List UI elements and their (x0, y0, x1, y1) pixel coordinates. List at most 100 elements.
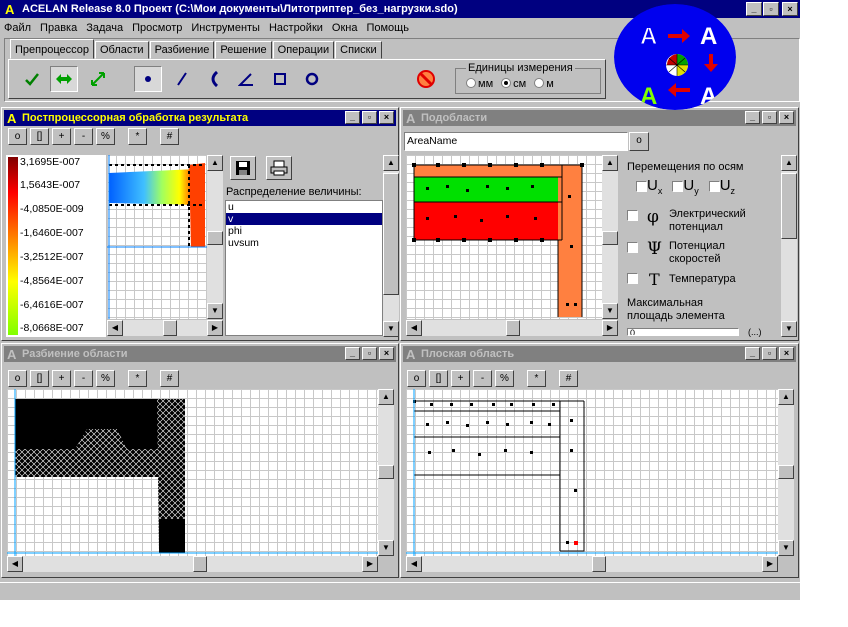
panel-close-button[interactable]: × (379, 347, 394, 360)
zoom-percent-button[interactable]: % (96, 370, 115, 387)
line-tool-button[interactable] (168, 66, 196, 92)
scroll-right-icon[interactable]: ▶ (207, 320, 223, 336)
scroll-down-icon[interactable]: ▼ (383, 321, 399, 337)
zoom-percent-button[interactable]: % (96, 128, 115, 145)
point-tool-button[interactable] (134, 66, 162, 92)
scroll-thumb[interactable] (163, 320, 177, 336)
maximize-button[interactable]: ▫ (763, 2, 779, 16)
close-button[interactable]: × (782, 2, 798, 16)
zoom-reset-button[interactable]: o (8, 370, 27, 387)
tab-meshing[interactable]: Разбиение (149, 41, 215, 59)
scroll-down-icon[interactable]: ▼ (378, 540, 394, 556)
zoom-out-button[interactable]: - (74, 128, 93, 145)
panel-maximize-button[interactable]: ▫ (762, 111, 777, 124)
plane-vscroll[interactable]: ▲ ▼ (778, 389, 794, 556)
zoom-percent-button[interactable]: % (495, 370, 514, 387)
scroll-thumb[interactable] (592, 556, 606, 572)
result-hscroll[interactable]: ◀ ▶ (107, 320, 223, 336)
panel-close-button[interactable]: × (379, 111, 394, 124)
menu-view[interactable]: Просмотр (132, 22, 182, 34)
menu-file[interactable]: Файл (4, 22, 31, 34)
prop-temperature[interactable]: T Температура (627, 270, 736, 289)
panel-maximize-button[interactable]: ▫ (362, 111, 377, 124)
result-vscroll[interactable]: ▲ ▼ (207, 155, 223, 319)
menu-help[interactable]: Помощь (366, 22, 409, 34)
panel-minimize-button[interactable]: _ (745, 347, 760, 360)
asterisk-button[interactable]: * (128, 370, 147, 387)
subregions-canvas[interactable] (406, 155, 602, 319)
scroll-up-icon[interactable]: ▲ (383, 155, 399, 171)
menu-edit[interactable]: Правка (40, 22, 77, 34)
stop-button[interactable] (412, 66, 440, 92)
zoom-reset-button[interactable]: o (407, 370, 426, 387)
menu-tools[interactable]: Инструменты (191, 22, 260, 34)
tab-operations[interactable]: Операции (272, 41, 335, 59)
menu-settings[interactable]: Настройки (269, 22, 323, 34)
scroll-thumb[interactable] (781, 173, 797, 239)
diagonal-tool-button[interactable] (84, 66, 112, 92)
scroll-down-icon[interactable]: ▼ (207, 303, 223, 319)
print-button[interactable] (266, 156, 292, 180)
scroll-thumb[interactable] (602, 231, 618, 245)
plane-hscroll[interactable]: ◀ ▶ (406, 556, 778, 572)
axis-x-checkbox[interactable]: Ux (636, 177, 662, 196)
asterisk-button[interactable]: * (527, 370, 546, 387)
tab-lists[interactable]: Списки (335, 41, 382, 59)
subregions-vscroll[interactable]: ▲ ▼ (602, 155, 618, 319)
panel-minimize-button[interactable]: _ (345, 347, 360, 360)
list-item[interactable]: v (226, 213, 382, 225)
grid-button[interactable]: # (559, 370, 578, 387)
rectangle-tool-button[interactable] (266, 66, 294, 92)
unit-m[interactable]: м (534, 78, 554, 90)
minimize-button[interactable]: _ (746, 2, 762, 16)
zoom-out-button[interactable]: - (74, 370, 93, 387)
area-name-button[interactable]: o (629, 132, 649, 151)
scroll-thumb[interactable] (193, 556, 207, 572)
panel-maximize-button[interactable]: ▫ (362, 347, 377, 360)
panel-minimize-button[interactable]: _ (745, 111, 760, 124)
grid-button[interactable]: # (160, 128, 179, 145)
quantity-list[interactable]: u v phi uvsum (225, 200, 383, 336)
zoom-out-button[interactable]: - (473, 370, 492, 387)
zoom-fit-button[interactable]: [] (30, 370, 49, 387)
zoom-in-button[interactable]: + (52, 128, 71, 145)
zoom-in-button[interactable]: + (451, 370, 470, 387)
mesh-vscroll[interactable]: ▲ ▼ (378, 389, 394, 556)
panel-minimize-button[interactable]: _ (345, 111, 360, 124)
menu-windows[interactable]: Окна (332, 22, 358, 34)
scroll-right-icon[interactable]: ▶ (362, 556, 378, 572)
scroll-right-icon[interactable]: ▶ (762, 556, 778, 572)
scroll-thumb[interactable] (378, 465, 394, 479)
axis-z-checkbox[interactable]: Uz (708, 177, 735, 196)
panel-vscroll[interactable]: ▲ ▼ (383, 155, 399, 337)
tab-areas[interactable]: Области (95, 41, 149, 59)
properties-vscroll[interactable]: ▲ ▼ (781, 155, 797, 337)
grid-button[interactable]: # (160, 370, 179, 387)
prop-electric-potential[interactable]: φ Электрический потенциал (627, 207, 746, 233)
scroll-up-icon[interactable]: ▲ (378, 389, 394, 405)
prop-velocity-potential[interactable]: Ψ Потенциал скоростей (627, 239, 725, 265)
menu-task[interactable]: Задача (86, 22, 123, 34)
arc-tool-button[interactable] (200, 66, 228, 92)
scroll-thumb[interactable] (383, 173, 399, 295)
tab-solution[interactable]: Решение (215, 41, 272, 59)
circle-tool-button[interactable] (298, 66, 326, 92)
zoom-fit-button[interactable]: [] (30, 128, 49, 145)
list-item[interactable]: phi (226, 225, 382, 237)
mesh-canvas[interactable] (7, 389, 378, 556)
scroll-left-icon[interactable]: ◀ (406, 556, 422, 572)
scroll-up-icon[interactable]: ▲ (602, 155, 618, 171)
panel-close-button[interactable]: × (779, 111, 794, 124)
scroll-right-icon[interactable]: ▶ (602, 320, 618, 336)
check-tool-button[interactable] (18, 66, 46, 92)
zoom-fit-button[interactable]: [] (429, 370, 448, 387)
scroll-up-icon[interactable]: ▲ (781, 155, 797, 171)
list-item[interactable]: u (226, 201, 382, 213)
scroll-thumb[interactable] (778, 465, 794, 479)
angle-tool-button[interactable] (232, 66, 260, 92)
save-button[interactable] (230, 156, 256, 180)
link-tool-button[interactable] (50, 66, 78, 92)
zoom-in-button[interactable]: + (52, 370, 71, 387)
axis-y-checkbox[interactable]: Uy (672, 177, 699, 196)
scroll-down-icon[interactable]: ▼ (602, 303, 618, 319)
